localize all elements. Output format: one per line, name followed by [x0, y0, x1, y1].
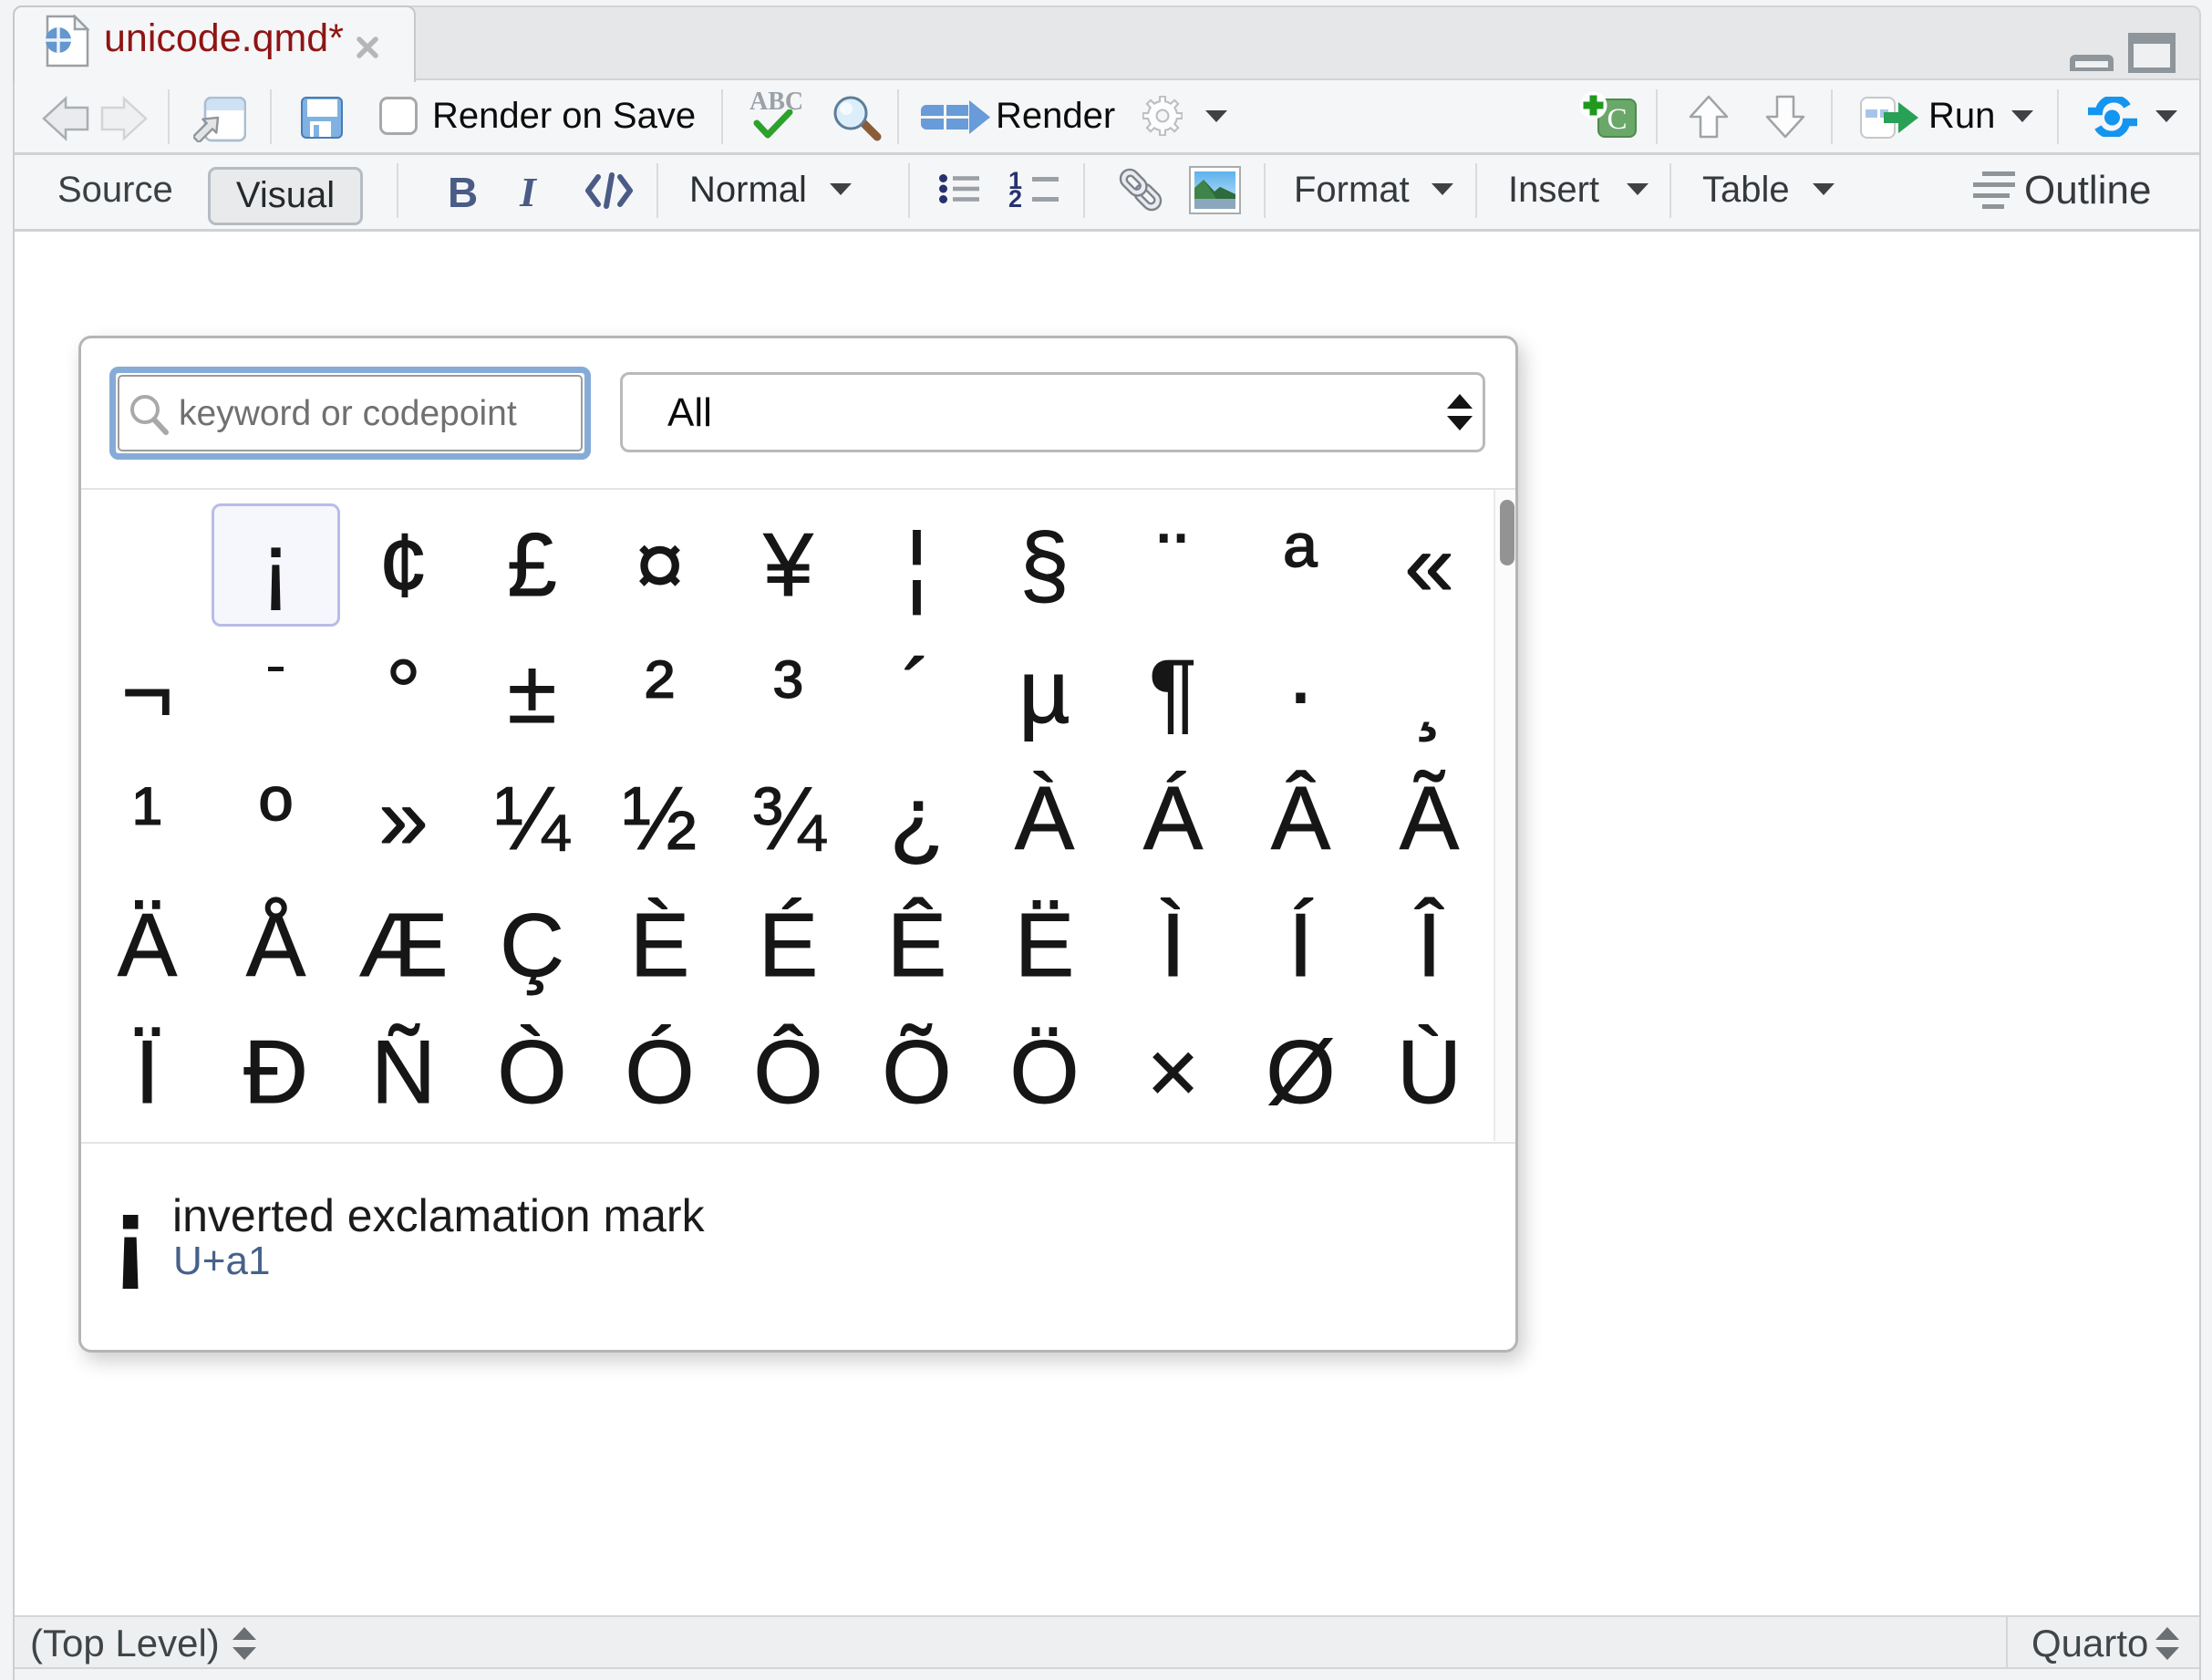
svg-text:2: 2 — [1008, 185, 1022, 212]
